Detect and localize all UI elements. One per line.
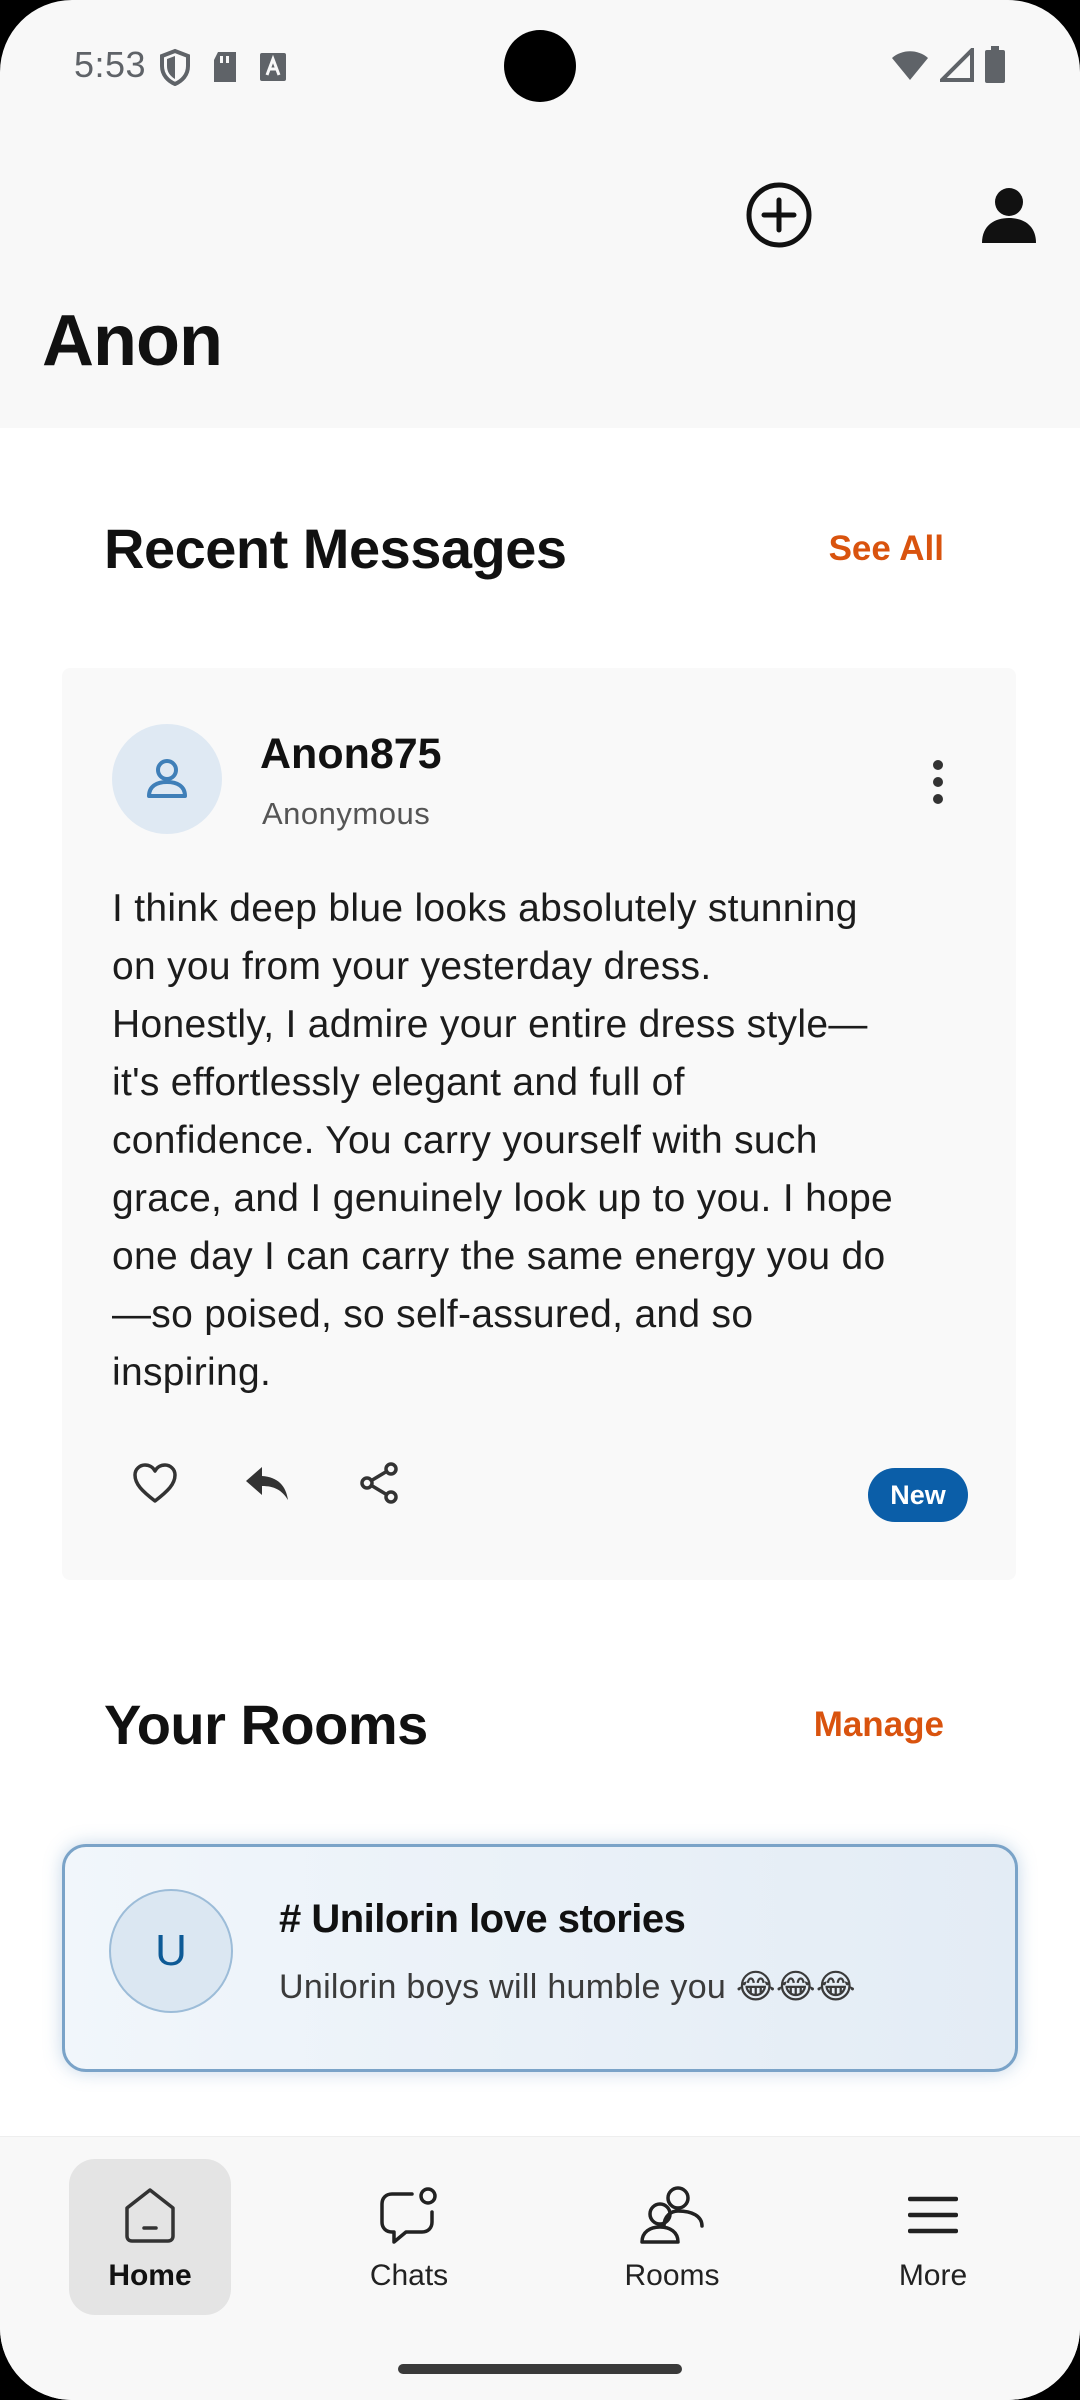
- nav-chats[interactable]: Chats: [328, 2159, 490, 2315]
- chat-icon: [378, 2181, 440, 2249]
- battery-icon: [984, 46, 1006, 89]
- nav-more[interactable]: More: [852, 2159, 1014, 2315]
- message-username: Anon875: [260, 730, 442, 778]
- add-button[interactable]: [744, 180, 814, 250]
- rooms-title: Your Rooms: [104, 1693, 428, 1756]
- header-actions: [744, 180, 1044, 250]
- status-left-icons: [158, 48, 288, 86]
- room-avatar: U: [109, 1889, 233, 2013]
- avatar: [112, 724, 222, 834]
- room-name: # Unilorin love stories: [279, 1897, 686, 1941]
- recent-messages-title: Recent Messages: [104, 517, 567, 580]
- home-indicator[interactable]: [398, 2364, 682, 2374]
- message-line: —so poised, so self-assured, and so: [112, 1293, 754, 1336]
- message-subtitle: Anonymous: [262, 796, 431, 831]
- recent-messages-header: Recent Messages See All: [104, 516, 944, 581]
- message-line: I think deep blue looks absolutely stunn…: [112, 887, 858, 930]
- font-icon: [258, 51, 288, 83]
- main-content: Recent Messages See All Anon875 Anonymou…: [0, 428, 1080, 2136]
- message-line: one day I can carry the same energy you …: [112, 1235, 886, 1278]
- reply-button[interactable]: [242, 1458, 292, 1508]
- heart-icon: [133, 1463, 177, 1503]
- nav-label: More: [898, 2259, 968, 2292]
- message-line: it's effortlessly elegant and full of: [112, 1061, 685, 1104]
- message-line: confidence. You carry yourself with such: [112, 1119, 818, 1162]
- rooms-icon: [638, 2181, 706, 2249]
- see-all-link[interactable]: See All: [829, 529, 944, 569]
- nav-home[interactable]: Home: [69, 2159, 231, 2315]
- share-icon: [360, 1462, 398, 1504]
- more-vert-icon: [933, 760, 943, 804]
- message-card[interactable]: Anon875 Anonymous I think deep blue look…: [62, 668, 1016, 1580]
- rooms-header: Your Rooms Manage: [104, 1692, 944, 1757]
- wifi-icon: [890, 48, 930, 87]
- message-line: Honestly, I admire your entire dress sty…: [112, 1003, 868, 1046]
- message-menu-button[interactable]: [918, 754, 958, 810]
- status-right-icons: [890, 45, 1006, 89]
- menu-icon: [908, 2181, 958, 2249]
- add-circle-icon: [746, 182, 812, 248]
- sd-card-icon: [210, 50, 240, 84]
- nav-label: Home: [108, 2259, 192, 2292]
- bottom-nav: Home Chats Rooms More: [0, 2136, 1080, 2400]
- user-icon: [147, 759, 187, 798]
- message-line: inspiring.: [112, 1351, 272, 1394]
- new-badge: New: [868, 1468, 968, 1522]
- nav-label: Rooms: [624, 2259, 720, 2292]
- page-title: Anon: [42, 301, 223, 381]
- message-body: I think deep blue looks absolutely stunn…: [112, 880, 972, 1402]
- room-preview: Unilorin boys will humble you 😂😂😂: [279, 1968, 856, 2006]
- home-icon: [122, 2181, 178, 2249]
- message-actions: [130, 1458, 404, 1508]
- room-card[interactable]: U # Unilorin love stories Unilorin boys …: [62, 1844, 1018, 2072]
- share-button[interactable]: [354, 1458, 404, 1508]
- reply-icon: [246, 1467, 288, 1500]
- camera-cutout: [504, 30, 576, 102]
- nav-label: Chats: [369, 2259, 449, 2292]
- profile-button[interactable]: [974, 180, 1044, 250]
- status-time: 5:53: [74, 44, 147, 85]
- profile-icon: [982, 188, 1036, 243]
- shield-icon: [158, 48, 192, 86]
- app-screen: 5:53 Anon Recent Messages See All Anon87…: [0, 0, 1080, 2400]
- status-bar: 5:53: [0, 0, 1080, 130]
- message-line: on you from your yesterday dress.: [112, 945, 712, 988]
- message-line: grace, and I genuinely look up to you. I…: [112, 1177, 894, 1220]
- like-button[interactable]: [130, 1458, 180, 1508]
- nav-rooms[interactable]: Rooms: [591, 2159, 753, 2315]
- signal-icon: [937, 45, 974, 87]
- manage-link[interactable]: Manage: [814, 1705, 944, 1745]
